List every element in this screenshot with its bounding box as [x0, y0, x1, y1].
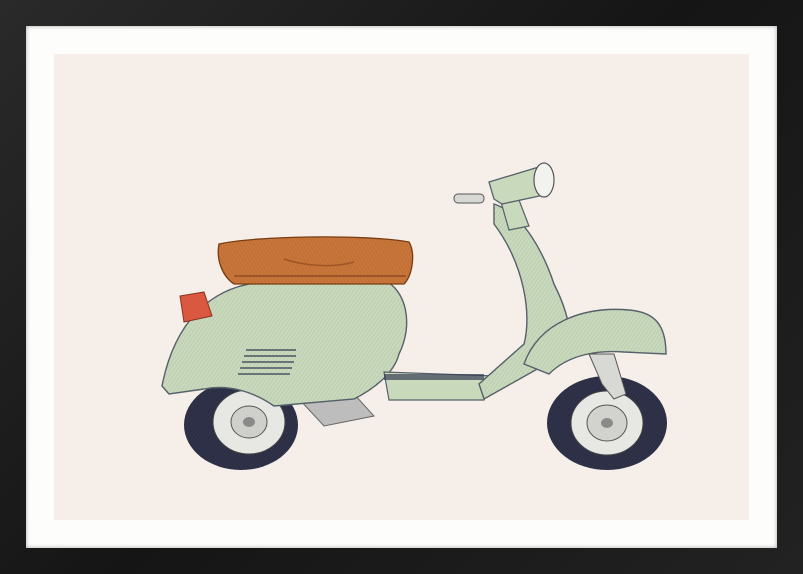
picture-mat — [26, 26, 777, 548]
grip — [453, 193, 485, 204]
headlight — [533, 162, 555, 198]
scooter-illustration — [161, 162, 667, 470]
tail-light — [179, 291, 213, 323]
art-print — [54, 54, 749, 520]
picture-frame — [0, 0, 803, 574]
